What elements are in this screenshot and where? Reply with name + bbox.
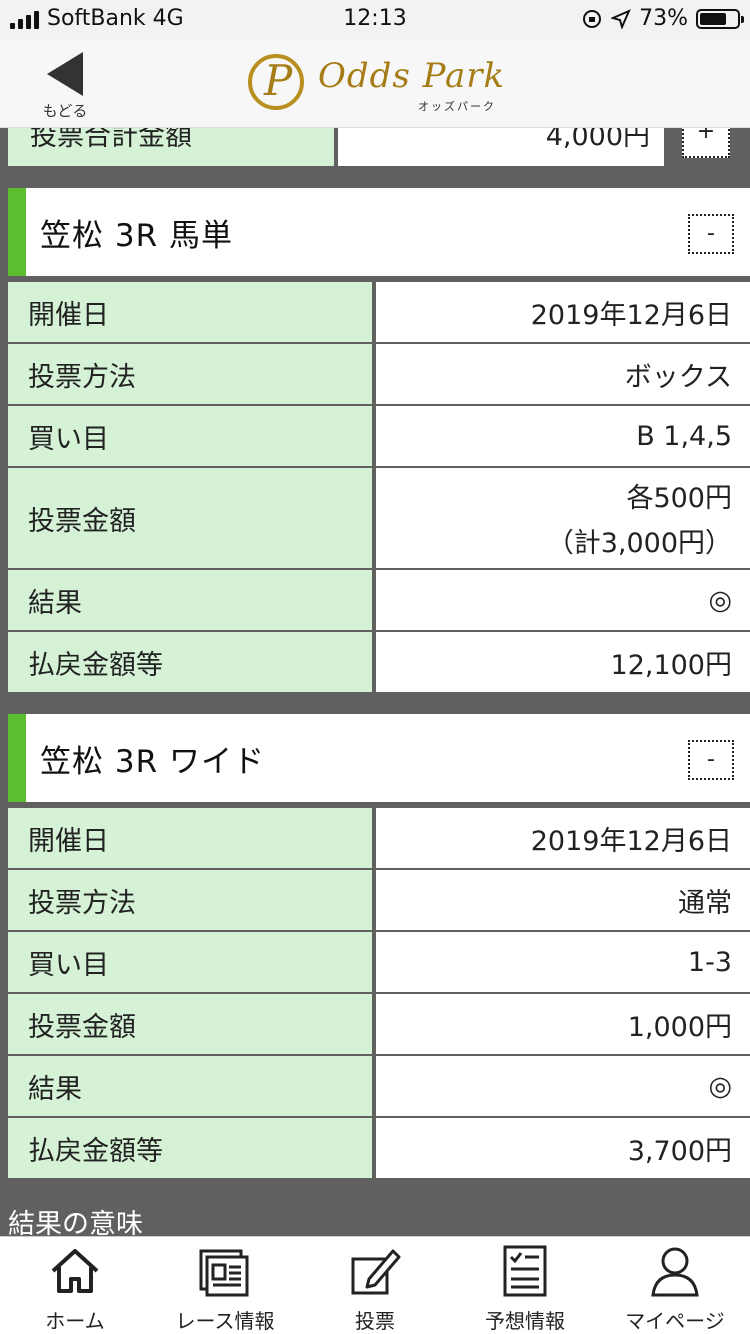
- tab-my-page[interactable]: マイページ: [600, 1237, 750, 1334]
- status-right: 73%: [581, 6, 744, 31]
- tab-race-info[interactable]: レース情報: [150, 1237, 300, 1334]
- row-label: 払戻金額等: [8, 1118, 372, 1178]
- tab-label: ホーム: [45, 1309, 105, 1333]
- row-selection: 買い目 B 1,4,5: [8, 406, 750, 466]
- checklist-icon: [503, 1245, 547, 1297]
- row-value: 通常: [376, 870, 750, 930]
- row-value: 3,700円: [376, 1118, 750, 1178]
- tab-bar: ホーム レース情報 投票 予想情報 マイページ: [0, 1236, 750, 1334]
- row-value: 12,100円: [376, 632, 750, 692]
- tab-label: 投票: [355, 1309, 395, 1333]
- tab-label: マイページ: [625, 1309, 725, 1333]
- app-header: もどる P Odds Park オッズパーク: [0, 40, 750, 128]
- row-value: 1,000円: [376, 994, 750, 1054]
- row-label: 結果: [8, 570, 372, 630]
- row-result: 結果 ◎: [8, 1056, 750, 1116]
- row-label: 投票金額: [8, 994, 372, 1054]
- row-bet-method: 投票方法 通常: [8, 870, 750, 930]
- card-header-wide: 笠松 3R ワイド -: [8, 714, 750, 802]
- row-label: 投票方法: [8, 870, 372, 930]
- pencil-icon: [351, 1249, 401, 1295]
- newspaper-icon: [199, 1249, 249, 1297]
- home-icon: [51, 1249, 99, 1293]
- rotation-lock-icon: [583, 9, 602, 28]
- row-bet-method: 投票方法 ボックス: [8, 344, 750, 404]
- row-value: ボックス: [376, 344, 750, 404]
- expand-button[interactable]: +: [682, 128, 730, 158]
- row-value: ◎: [376, 570, 750, 630]
- logo-mark-icon: P: [248, 54, 304, 110]
- row-value: 各500円 （計3,000円）: [376, 468, 750, 568]
- back-arrow-icon: [47, 52, 83, 96]
- tab-label: 予想情報: [485, 1309, 565, 1333]
- section-title: 結果の意味: [8, 1209, 143, 1236]
- odds-park-logo: P Odds Park オッズパーク: [248, 52, 508, 116]
- collapse-button[interactable]: -: [688, 214, 734, 254]
- battery-fill: [700, 12, 727, 25]
- tab-home[interactable]: ホーム: [0, 1237, 150, 1334]
- tab-predictions[interactable]: 予想情報: [450, 1237, 600, 1334]
- row-label: 投票金額: [8, 468, 372, 568]
- row-value: ◎: [376, 1056, 750, 1116]
- row-value: 2019年12月6日: [376, 282, 750, 342]
- total-amount-value: 4,000円: [338, 128, 664, 166]
- row-date: 開催日 2019年12月6日: [8, 808, 750, 868]
- location-icon: [611, 8, 632, 29]
- collapse-button[interactable]: -: [688, 740, 734, 780]
- content[interactable]: 投票合計金額 4,000円 + 笠松 3R 馬単 - 開催日 2019年12月6…: [0, 128, 750, 1236]
- row-label: 開催日: [8, 282, 372, 342]
- battery-icon: [696, 8, 744, 29]
- row-payout: 払戻金額等 3,700円: [8, 1118, 750, 1178]
- row-date: 開催日 2019年12月6日: [8, 282, 750, 342]
- logo-subtext: オッズパーク: [418, 100, 496, 113]
- back-button[interactable]: もどる: [30, 52, 100, 122]
- row-result: 結果 ◎: [8, 570, 750, 630]
- total-amount-label: 投票合計金額: [8, 128, 334, 166]
- battery-percent: 73%: [639, 6, 688, 31]
- row-label: 投票方法: [8, 344, 372, 404]
- row-label: 結果: [8, 1056, 372, 1116]
- tab-label: レース情報: [175, 1309, 275, 1333]
- back-label: もどる: [42, 102, 88, 120]
- row-label: 買い目: [8, 406, 372, 466]
- row-bet-amount: 投票金額 各500円 （計3,000円）: [8, 468, 750, 568]
- card-title: 笠松 3R ワイド: [40, 744, 265, 780]
- card-header-umatan: 笠松 3R 馬単 -: [8, 188, 750, 276]
- row-bet-amount: 投票金額 1,000円: [8, 994, 750, 1054]
- user-icon: [651, 1247, 699, 1297]
- status-bar: SoftBank 4G 12:13 73%: [0, 0, 750, 40]
- row-payout: 払戻金額等 12,100円: [8, 632, 750, 692]
- row-value: B 1,4,5: [376, 406, 750, 466]
- logo-text: Odds Park: [318, 56, 506, 96]
- row-value: 2019年12月6日: [376, 808, 750, 868]
- row-label: 開催日: [8, 808, 372, 868]
- row-label: 買い目: [8, 932, 372, 992]
- row-value: 1-3: [376, 932, 750, 992]
- row-label: 払戻金額等: [8, 632, 372, 692]
- tab-vote[interactable]: 投票: [300, 1237, 450, 1334]
- card-title: 笠松 3R 馬単: [40, 218, 233, 254]
- row-selection: 買い目 1-3: [8, 932, 750, 992]
- total-amount-row: 投票合計金額 4,000円 +: [8, 128, 750, 166]
